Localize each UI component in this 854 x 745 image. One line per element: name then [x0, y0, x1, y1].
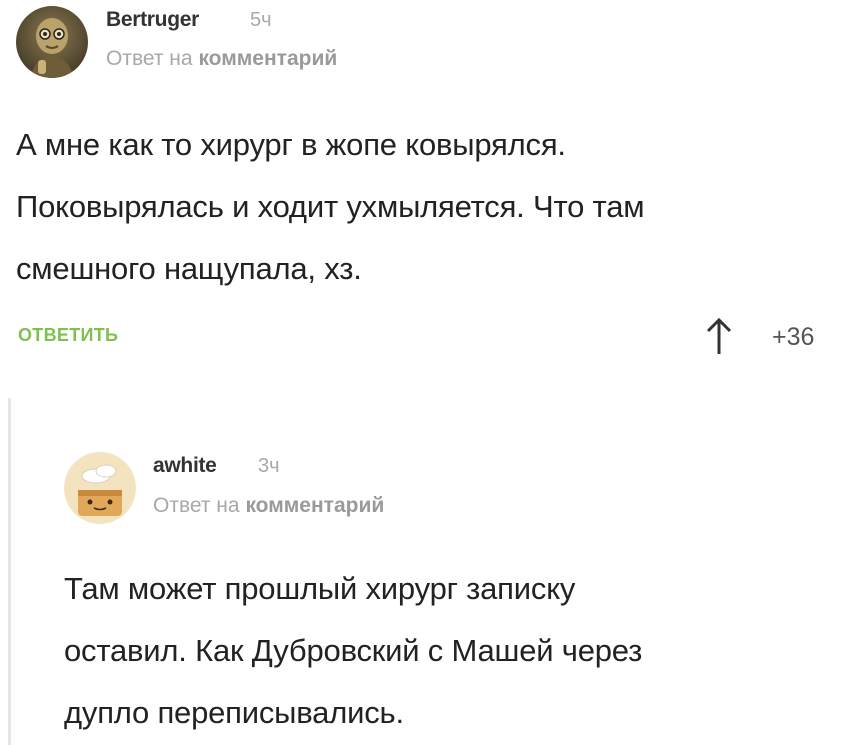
comment-time: 3ч	[258, 455, 280, 477]
reply-to-link[interactable]: комментарий	[245, 494, 384, 517]
comment-text-line: Там может прошлый хирург записку	[64, 571, 576, 606]
avatar[interactable]	[64, 452, 136, 524]
reply-to-line: Ответ на комментарий	[153, 494, 384, 518]
avatar[interactable]	[16, 6, 88, 78]
comment-text-line: А мне как то хирург в жопе ковырялся.	[16, 127, 566, 162]
comment-author[interactable]: Bertruger	[106, 8, 199, 32]
toast-character-avatar-icon	[64, 452, 136, 524]
reply-to-prefix: Ответ на	[106, 47, 193, 70]
reply-to-prefix: Ответ на	[153, 494, 240, 517]
alien-figure-avatar-icon	[16, 6, 88, 78]
reply-to-link[interactable]: комментарий	[198, 47, 337, 70]
thread-indent-line	[8, 398, 11, 745]
comment-text: А мне как то хирург в жопе ковырялся. По…	[16, 114, 645, 300]
reply-to-line: Ответ на комментарий	[106, 47, 337, 71]
comment-rating: +36	[772, 323, 815, 351]
comment-text-line: Поковырялась и ходит ухмыляется. Что там	[16, 189, 645, 224]
comment-text-line: оставил. Как Дубровский с Машей через	[64, 633, 643, 668]
upvote-button[interactable]	[706, 316, 732, 361]
comment-time: 5ч	[250, 9, 272, 31]
comment-text: Там может прошлый хирург записку оставил…	[64, 558, 642, 744]
comment-author[interactable]: awhite	[153, 454, 217, 478]
comment-text-line: дупло переписывались.	[64, 695, 404, 730]
arrow-up-icon	[706, 317, 732, 354]
comment-text-line: смешного нащупала, хз.	[16, 251, 362, 286]
reply-button[interactable]: ОТВЕТИТЬ	[18, 325, 118, 346]
